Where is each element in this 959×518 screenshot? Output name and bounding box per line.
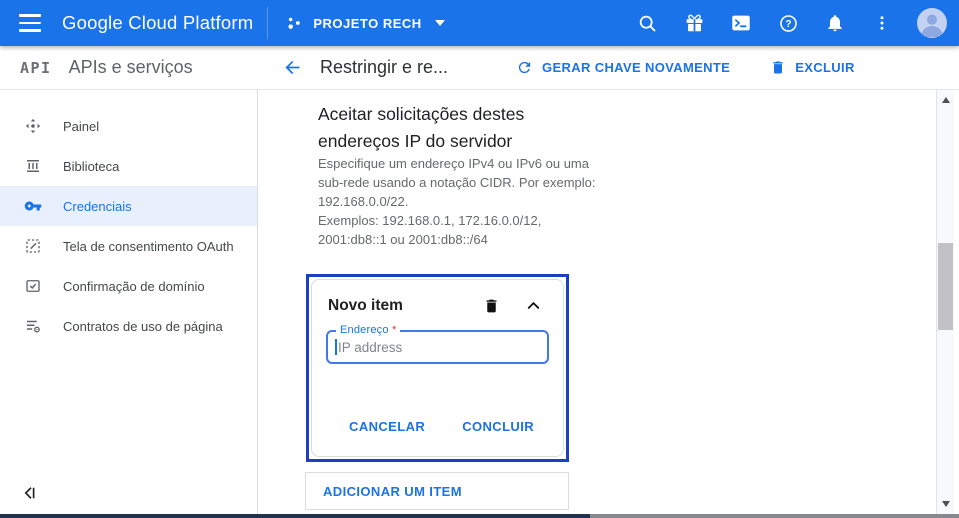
domain-verification-icon <box>24 277 42 295</box>
sidebar-item-label: Credenciais <box>63 199 132 214</box>
sidebar-item-label: Contratos de uso de página <box>63 319 223 334</box>
top-app-bar: Google Cloud Platform PROJETO RECH ? <box>0 0 959 46</box>
address-field-placeholder: IP address <box>338 340 402 355</box>
page-header: Restringir e re... GERAR CHAVE NOVAMENTE… <box>258 57 959 78</box>
api-logo: API <box>20 59 52 77</box>
project-name: PROJETO RECH <box>313 16 421 31</box>
sidebar-nav: Painel Biblioteca Credenciais Tela de co… <box>0 90 258 514</box>
sidebar-item-painel[interactable]: Painel <box>0 106 257 146</box>
scroll-up-arrow[interactable] <box>937 92 954 108</box>
window-bottom-edge <box>0 514 959 518</box>
regenerate-key-button[interactable]: GERAR CHAVE NOVAMENTE <box>516 59 730 76</box>
scrollbar-thumb[interactable] <box>938 243 953 330</box>
key-icon <box>24 197 42 215</box>
menu-icon[interactable] <box>19 14 41 31</box>
delete-key-label: EXCLUIR <box>795 60 855 75</box>
main-content: Aceitar solicitações destes endereços IP… <box>259 90 936 514</box>
card-title: Novo item <box>328 297 483 315</box>
sidebar-item-consentimento-oauth[interactable]: Tela de consentimento OAuth <box>0 226 257 266</box>
secondary-header: API APIs e serviços Restringir e re... G… <box>0 46 959 90</box>
product-zone: API APIs e serviços <box>0 57 258 78</box>
new-item-card: Novo item Endereço * IP address CANCELAR… <box>306 274 569 462</box>
trash-icon <box>770 59 786 76</box>
notifications-bell-icon[interactable] <box>823 11 847 35</box>
project-selector[interactable]: PROJETO RECH <box>284 13 444 33</box>
address-field[interactable]: Endereço * IP address <box>326 330 549 364</box>
dashboard-icon <box>24 117 42 135</box>
scroll-down-arrow[interactable] <box>937 496 954 512</box>
sidebar-item-credenciais[interactable]: Credenciais <box>0 186 257 226</box>
regenerate-key-label: GERAR CHAVE NOVAMENTE <box>542 60 730 75</box>
sidebar-item-biblioteca[interactable]: Biblioteca <box>0 146 257 186</box>
sidebar-item-label: Tela de consentimento OAuth <box>63 239 234 254</box>
done-button[interactable]: CONCLUIR <box>462 419 534 434</box>
section-heading: Aceitar solicitações destes endereços IP… <box>318 101 618 155</box>
card-actions: CANCELAR CONCLUIR <box>312 419 534 434</box>
gift-icon[interactable] <box>682 11 706 35</box>
cancel-button[interactable]: CANCELAR <box>349 419 425 434</box>
brand-title[interactable]: Google Cloud Platform <box>62 12 253 34</box>
product-title: APIs e serviços <box>69 57 193 78</box>
svg-text:?: ? <box>785 19 791 30</box>
address-field-label: Endereço * <box>336 324 400 336</box>
cloud-shell-icon[interactable] <box>729 11 753 35</box>
text-cursor <box>335 339 337 355</box>
sidebar-item-contratos-uso[interactable]: Contratos de uso de página <box>0 306 257 346</box>
topbar-divider <box>267 7 268 39</box>
delete-key-button[interactable]: EXCLUIR <box>770 59 855 76</box>
gcp-console-window: Google Cloud Platform PROJETO RECH ? <box>0 0 959 518</box>
bottom-edge-left <box>0 514 590 518</box>
caret-down-icon <box>435 20 445 26</box>
add-item-button[interactable]: ADICIONAR UM ITEM <box>305 472 569 510</box>
sidebar-item-label: Biblioteca <box>63 159 119 174</box>
topbar-actions: ? <box>635 8 947 38</box>
search-icon[interactable] <box>635 11 659 35</box>
collapse-sidebar-icon[interactable] <box>22 484 40 502</box>
new-item-card-inner: Novo item Endereço * IP address CANCELAR… <box>311 279 564 457</box>
collapse-item-chevron-icon[interactable] <box>524 296 543 315</box>
more-vert-icon[interactable] <box>870 11 894 35</box>
bottom-edge-right <box>590 514 959 518</box>
section-description: Especifique um endereço IPv4 ou IPv6 ou … <box>318 154 648 249</box>
help-icon[interactable]: ? <box>776 11 800 35</box>
sidebar-item-label: Confirmação de domínio <box>63 279 205 294</box>
required-asterisk: * <box>392 324 396 336</box>
avatar[interactable] <box>917 8 947 38</box>
delete-item-icon[interactable] <box>483 297 500 315</box>
project-icon <box>284 13 304 33</box>
consent-screen-icon <box>24 237 42 255</box>
refresh-icon <box>516 59 533 76</box>
sidebar-item-label: Painel <box>63 119 99 134</box>
page-title: Restringir e re... <box>320 57 448 78</box>
page-usage-agreements-icon <box>24 317 42 335</box>
vertical-scrollbar[interactable] <box>936 90 954 514</box>
sidebar-item-confirmacao-dominio[interactable]: Confirmação de domínio <box>0 266 257 306</box>
back-arrow-icon[interactable] <box>282 57 303 78</box>
library-icon <box>24 157 42 175</box>
